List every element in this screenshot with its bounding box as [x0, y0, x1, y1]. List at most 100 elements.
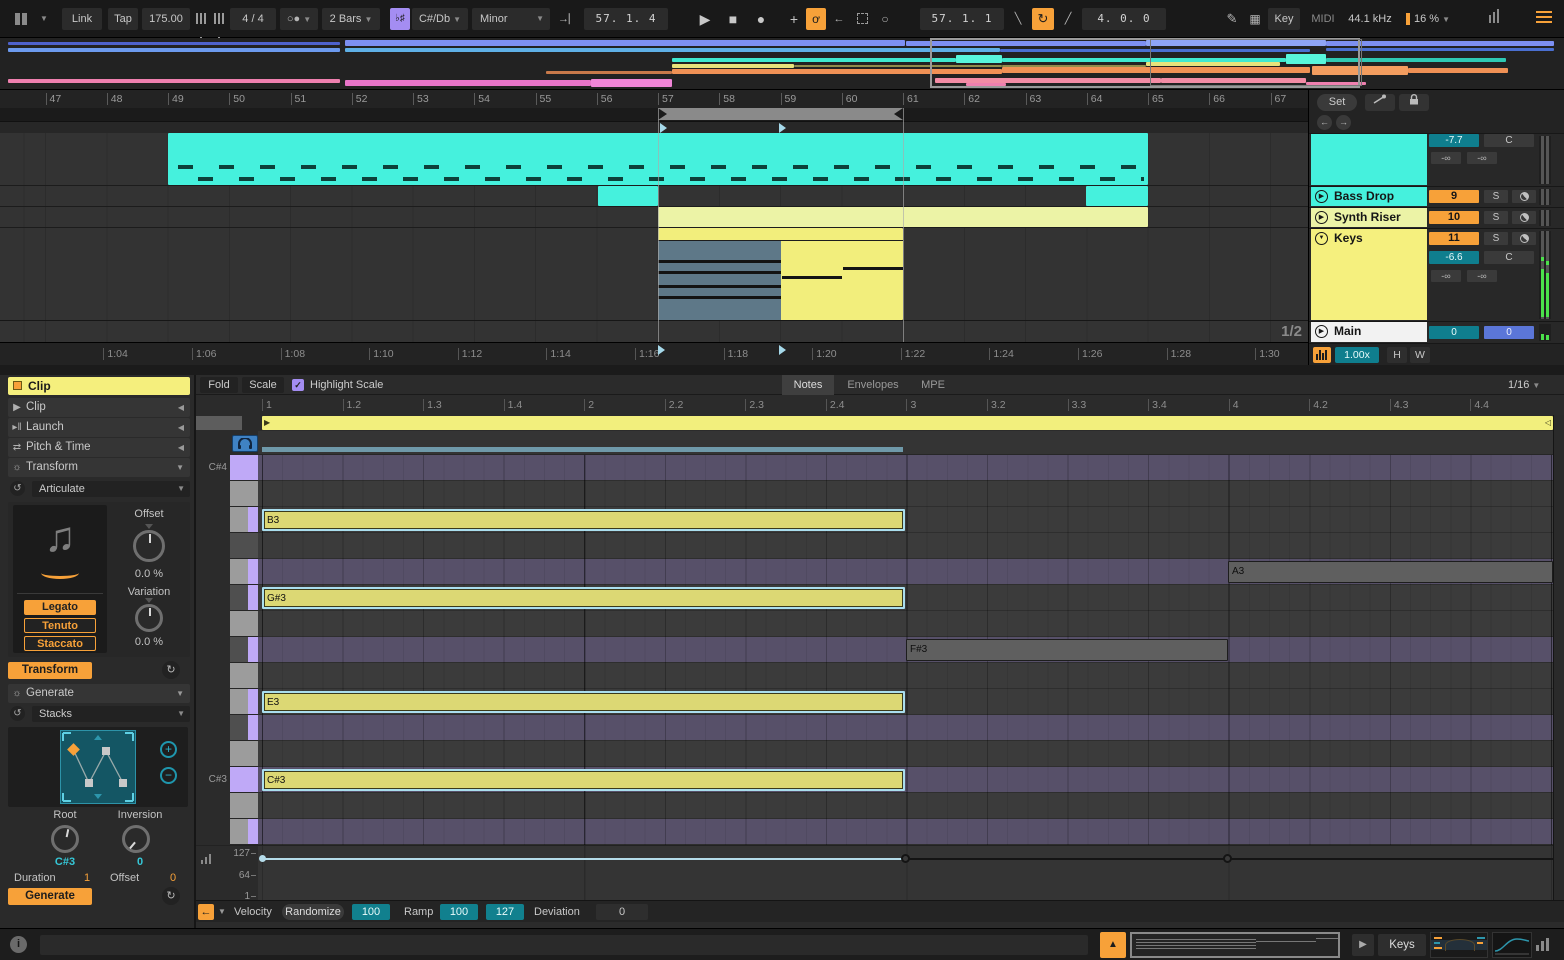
piano-key[interactable]	[230, 689, 258, 715]
scale-root-menu[interactable]: C#/Db▼	[412, 8, 468, 30]
piano-key[interactable]	[230, 455, 258, 481]
draw-automation-icon[interactable]	[1365, 94, 1395, 111]
pianoroll-ruler-label[interactable]: 3.4	[1148, 399, 1167, 411]
loop-start-display[interactable]: 57. 1. 1	[920, 8, 1004, 30]
key-map-button[interactable]: Key	[1268, 8, 1300, 30]
bar-number[interactable]: 48	[107, 93, 123, 105]
pianoroll-ruler-label[interactable]: 1	[262, 399, 272, 411]
track-pan-field[interactable]: C	[1484, 134, 1534, 147]
bar-number[interactable]: 50	[229, 93, 245, 105]
bar-number[interactable]: 57	[658, 93, 674, 105]
follow-button[interactable]: →⎸	[558, 8, 578, 30]
velocity-lane[interactable]	[258, 845, 1553, 900]
duration-value[interactable]: 1	[84, 872, 90, 884]
bar-number[interactable]: 52	[352, 93, 368, 105]
track-send-a-field[interactable]: -∞	[1431, 152, 1461, 164]
pianoroll-ruler-label[interactable]: 3.2	[987, 399, 1006, 411]
arrangement-clip[interactable]	[598, 186, 658, 206]
midi-note-gs3[interactable]: G#3	[262, 587, 905, 609]
time-label[interactable]: 1:20	[812, 348, 836, 360]
transform-refresh-icon[interactable]: ↻	[162, 661, 180, 679]
arrangement-clip[interactable]	[658, 228, 903, 320]
pianoroll-ruler-label[interactable]: 2.2	[665, 399, 684, 411]
bar-number[interactable]: 62	[964, 93, 980, 105]
section-generate[interactable]: ☼Generate▼	[8, 684, 190, 703]
clip-tab[interactable]: Clip	[8, 377, 190, 395]
transform-preset-select[interactable]: Articulate▼	[32, 481, 190, 497]
pitch-row[interactable]	[258, 793, 1553, 819]
track-pan-field[interactable]: C	[1484, 251, 1534, 264]
time-label[interactable]: 1:08	[281, 348, 305, 360]
piano-key[interactable]	[230, 559, 258, 585]
punch-out-circle-icon[interactable]: ○	[876, 8, 894, 30]
lane-menu-caret-icon[interactable]: ▼	[218, 904, 230, 920]
bar-number[interactable]: 53	[413, 93, 429, 105]
pitch-row[interactable]	[258, 481, 1553, 507]
pitch-row[interactable]	[258, 455, 1553, 481]
window-layout-caret-icon[interactable]: ▼	[39, 8, 49, 30]
scale-icon[interactable]: ♭♯	[390, 8, 410, 30]
solo-button[interactable]: S	[1484, 190, 1508, 203]
transform-apply-button[interactable]: Transform	[8, 662, 92, 679]
cpu-meter[interactable]: 16 %▼	[1400, 8, 1456, 30]
groove-amount-menu[interactable]: 2 Bars▼	[322, 8, 380, 30]
bar-number[interactable]: 55	[536, 93, 552, 105]
clip-overview-minimap[interactable]	[1130, 932, 1340, 958]
lock-icon[interactable]	[1399, 94, 1429, 111]
piano-key[interactable]	[230, 741, 258, 767]
track-header-keys[interactable]: ▼ Keys 11 S -6.6 C -∞ -∞	[1309, 228, 1564, 320]
track-header-main[interactable]: ▶ Main 0 0	[1309, 321, 1564, 342]
preview-headphone-button[interactable]	[232, 435, 258, 452]
note-grid[interactable]: B3A3G#3F#3E3C#3	[258, 455, 1553, 845]
cycle-preset-icon[interactable]: ↺	[10, 706, 25, 721]
width-zoom-button[interactable]: W	[1410, 347, 1430, 363]
tempo-field[interactable]: 175.00	[142, 8, 190, 30]
link-button[interactable]: Link	[62, 8, 102, 30]
bar-number[interactable]: 64	[1087, 93, 1103, 105]
deviation-field[interactable]: 0	[596, 904, 648, 920]
time-label[interactable]: 1:10	[369, 348, 393, 360]
clip-loop-region[interactable]: ▶ ◁	[262, 416, 1553, 430]
remove-voice-button[interactable]: −	[160, 767, 177, 784]
pianoroll-ruler-label[interactable]: 4.4	[1470, 399, 1489, 411]
grid-size-menu[interactable]: 1/16▼	[1508, 375, 1540, 395]
track-input-channel[interactable]: 11	[1429, 232, 1479, 245]
tab-mpe[interactable]: MPE	[912, 375, 954, 395]
punch-in-icon[interactable]: ╲	[1008, 8, 1028, 30]
ramp-from-field[interactable]: 100	[440, 904, 478, 920]
back-to-arrangement-icon[interactable]: ←	[830, 8, 848, 30]
track-name-block[interactable]: ▶ Main	[1311, 322, 1427, 342]
stacks-pattern-editor[interactable]	[60, 730, 136, 804]
bar-number[interactable]: 59	[781, 93, 797, 105]
piano-key[interactable]	[230, 819, 258, 845]
bar-number[interactable]: 66	[1209, 93, 1225, 105]
time-label[interactable]: 1:30	[1255, 348, 1279, 360]
midi-note-b3[interactable]: B3	[262, 509, 905, 531]
arrangement-overview[interactable]	[0, 38, 1564, 90]
draw-mode-pencil-icon[interactable]: ✎	[1222, 8, 1242, 30]
piano-key[interactable]	[230, 637, 258, 663]
main-volume-field[interactable]: 0	[1429, 326, 1479, 339]
ramp-to-field[interactable]: 127	[486, 904, 524, 920]
new-scene-button[interactable]: +	[786, 8, 802, 30]
track-name-block[interactable]: ▶ Bass Drop	[1311, 187, 1427, 206]
pianoroll-ruler-label[interactable]: 4.3	[1390, 399, 1409, 411]
section-transform[interactable]: ☼Transform▼	[8, 458, 190, 477]
output-meter-icon[interactable]: ▼	[1534, 937, 1560, 953]
track-send-a-field[interactable]: -∞	[1431, 270, 1461, 282]
midi-note-e3[interactable]: E3	[262, 691, 905, 713]
add-voice-button[interactable]: +	[160, 741, 177, 758]
bar-number[interactable]: 58	[719, 93, 735, 105]
inversion-knob[interactable]	[122, 825, 150, 853]
loop-length-display[interactable]: 4. 0. 0	[1082, 8, 1166, 30]
piano-key[interactable]	[230, 793, 258, 819]
bar-number[interactable]: 54	[474, 93, 490, 105]
track-input-channel[interactable]: 10	[1429, 211, 1479, 224]
velocity-lane-icon[interactable]	[201, 852, 215, 864]
track-volume-field[interactable]: -6.6	[1429, 251, 1479, 264]
pianoroll-ruler-label[interactable]: 4	[1229, 399, 1239, 411]
arrangement-position-display[interactable]: 57. 1. 4	[584, 8, 668, 30]
bar-number[interactable]: 67	[1271, 93, 1287, 105]
loop-end-marker-icon[interactable]: ◁	[1545, 418, 1551, 427]
track-unfold-icon[interactable]: ▼	[1315, 232, 1328, 245]
